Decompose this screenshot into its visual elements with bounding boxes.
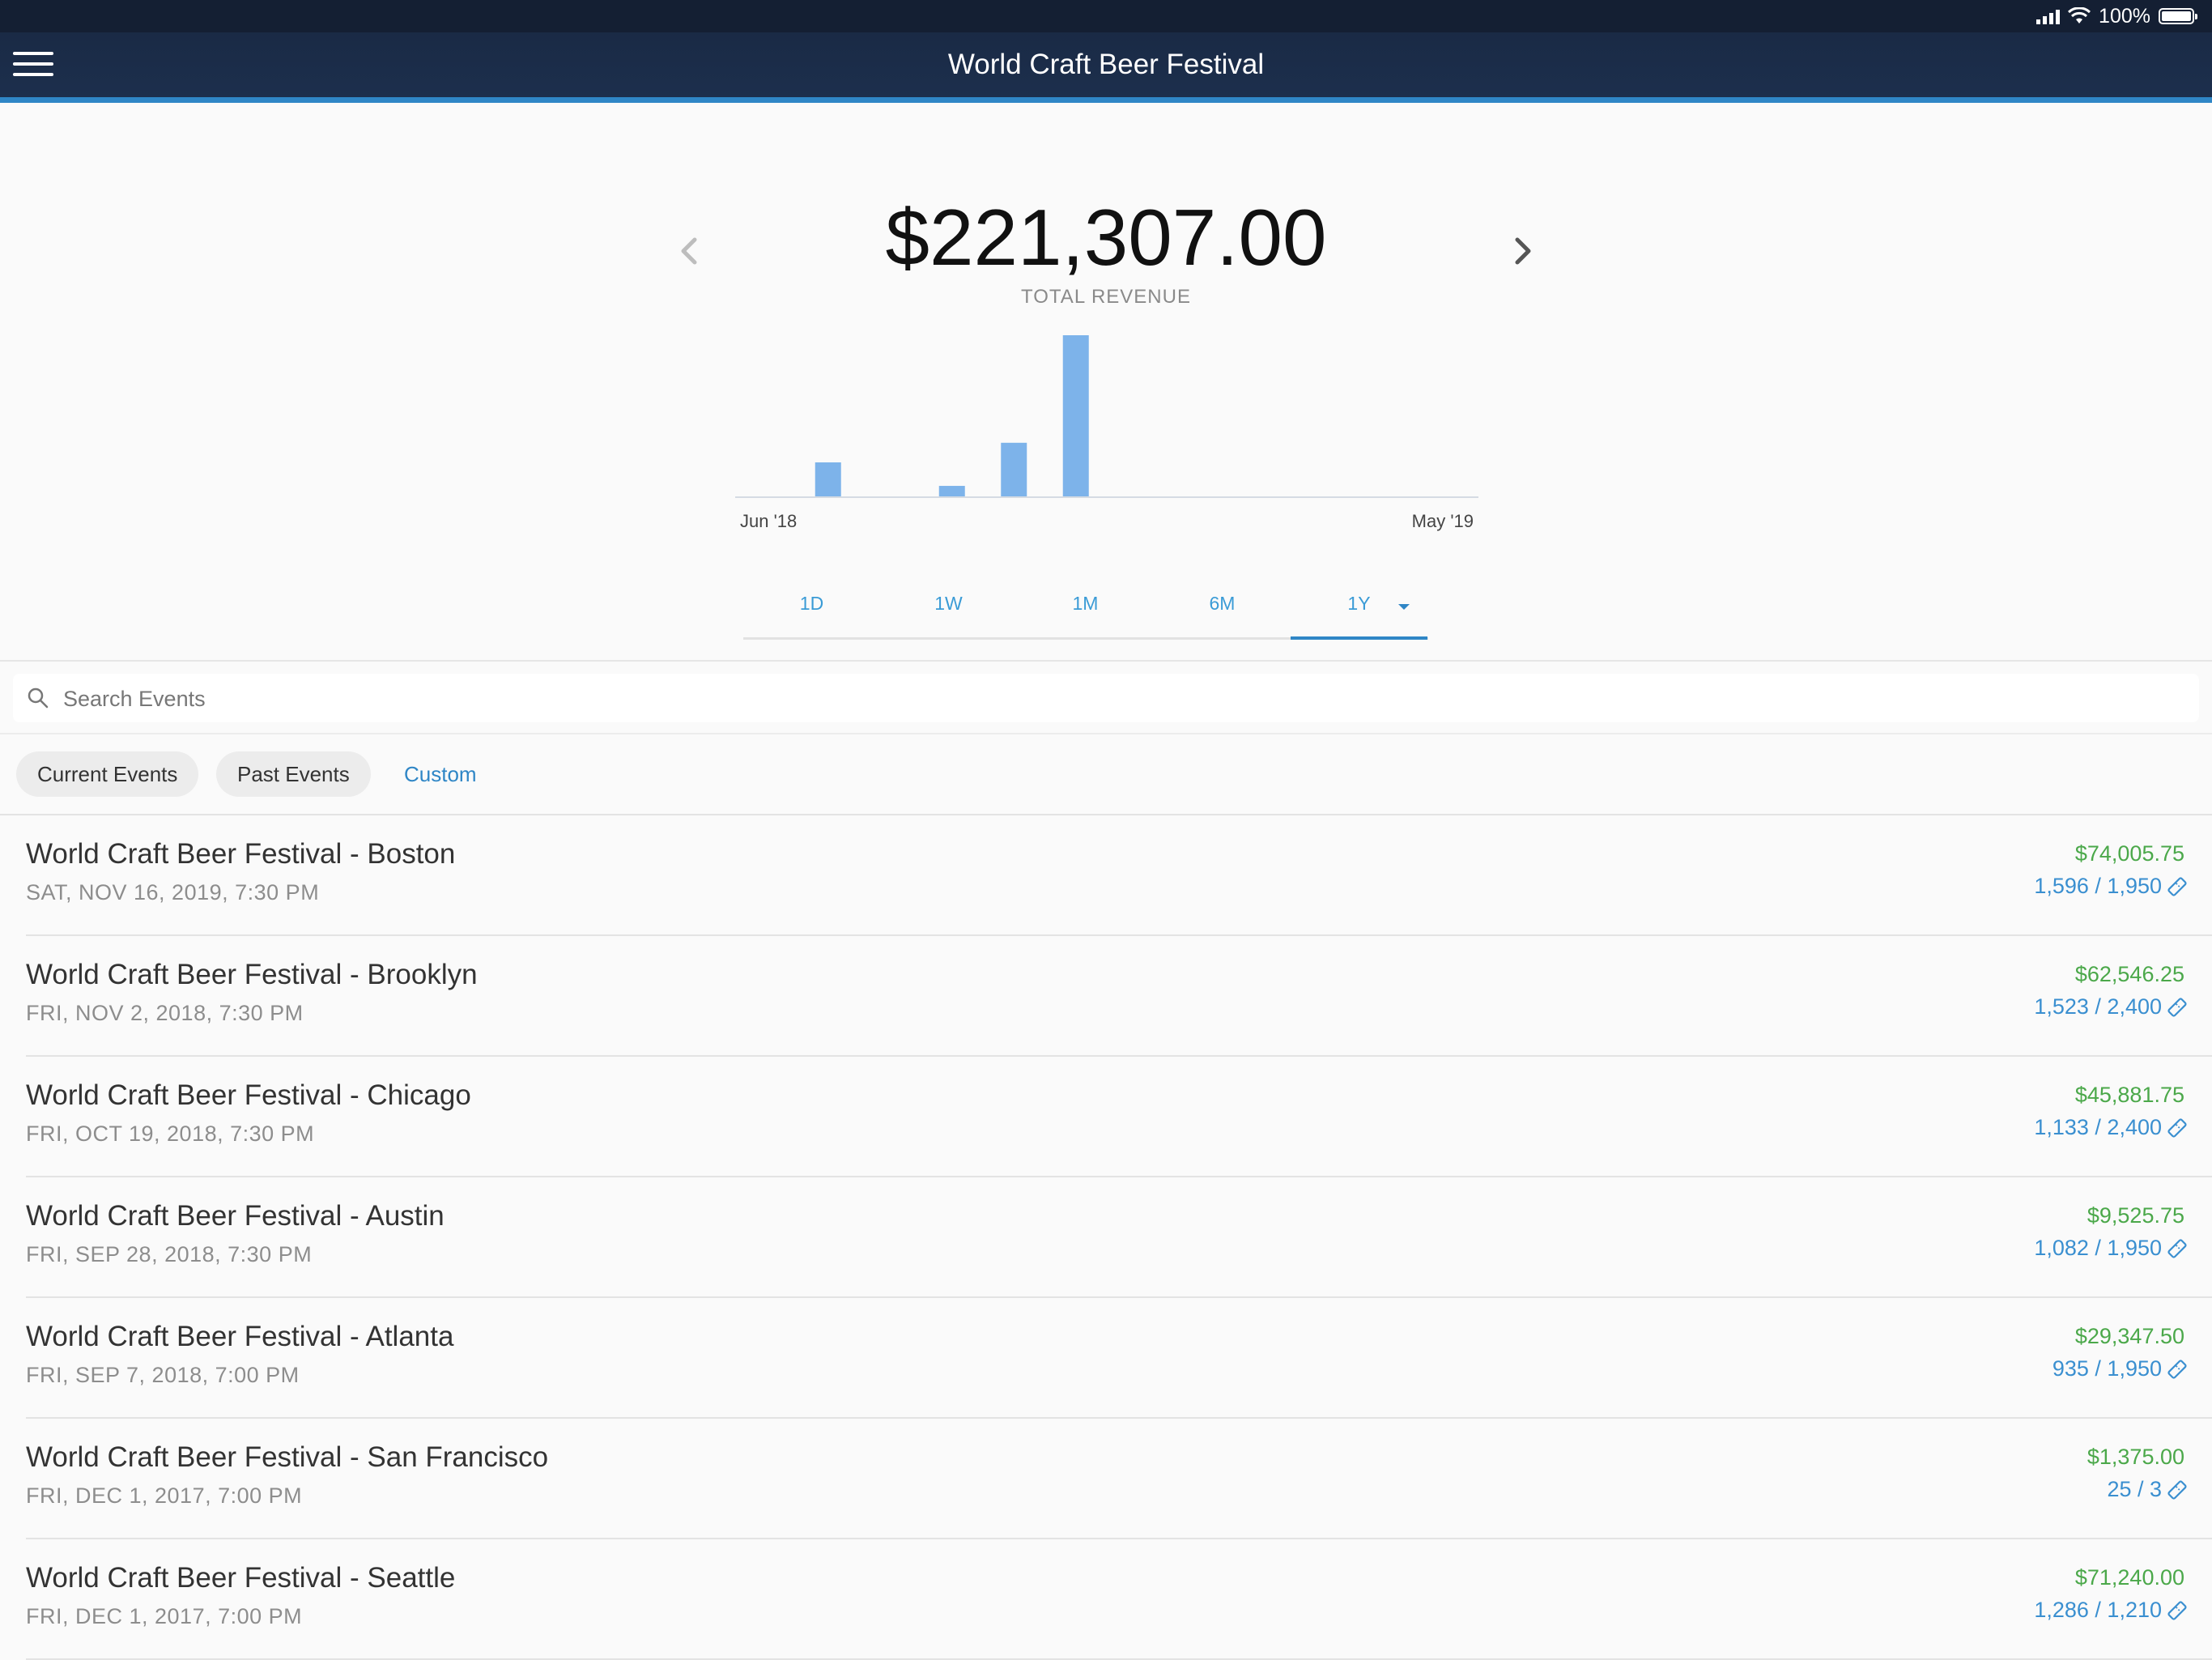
filter-custom[interactable]: Custom [404, 751, 477, 797]
event-revenue: $45,881.75 [2074, 1083, 2184, 1107]
event-date: SAT, NOV 16, 2019, 7:30 PM [26, 880, 320, 904]
status-bar: 100% [0, 0, 2212, 32]
wifi-icon [2068, 7, 2091, 23]
event-row[interactable]: World Craft Beer Festival - Brooklyn FRI… [26, 936, 2212, 1057]
battery-percentage: 100% [2099, 4, 2150, 28]
chart-bar [1062, 335, 1089, 497]
event-date: FRI, SEP 28, 2018, 7:30 PM [26, 1242, 313, 1266]
x-tick-label-start: Jun '18 [740, 511, 797, 531]
event-list: World Craft Beer Festival - Boston SAT, … [0, 815, 2212, 1660]
range-dropdown-button[interactable] [1380, 591, 1428, 624]
page-title: World Craft Beer Festival [947, 49, 1265, 80]
event-row[interactable]: World Craft Beer Festival - San Francisc… [26, 1419, 2212, 1539]
tickets-sold: 1,286 / 1,210 [2034, 1598, 2162, 1622]
total-revenue-label: TOTAL REVENUE [1021, 286, 1191, 308]
event-tickets: 1,286 / 1,210 [2034, 1598, 2188, 1623]
time-range-tabs: 1D 1W 1M 6M 1Y [743, 575, 1428, 640]
event-date: FRI, NOV 2, 2018, 7:30 PM [26, 1001, 304, 1025]
ticket-icon [2167, 1479, 2187, 1500]
tab-6m[interactable]: 6M [1154, 575, 1291, 637]
search-divider [0, 733, 2212, 734]
tab-1m[interactable]: 1M [1017, 575, 1154, 637]
ticket-icon [2167, 1359, 2187, 1379]
event-date: FRI, SEP 7, 2018, 7:00 PM [26, 1363, 300, 1387]
filter-past-events[interactable]: Past Events [216, 751, 371, 797]
tab-1d[interactable]: 1D [743, 575, 880, 637]
tickets-sold: 1,596 / 1,950 [2034, 874, 2162, 898]
tickets-sold: 1,133 / 2,400 [2034, 1115, 2162, 1139]
event-name: World Craft Beer Festival - Atlanta [26, 1321, 454, 1352]
tickets-sold: 25 / 3 [2107, 1477, 2162, 1501]
ticket-icon [2167, 997, 2187, 1017]
event-row[interactable]: World Craft Beer Festival - Chicago FRI,… [26, 1057, 2212, 1177]
event-revenue: $9,525.75 [2087, 1203, 2184, 1228]
event-name: World Craft Beer Festival - Boston [26, 838, 456, 870]
total-revenue-amount: $221,307.00 [885, 193, 1327, 282]
tickets-sold: 1,523 / 2,400 [2034, 994, 2162, 1019]
event-name: World Craft Beer Festival - Chicago [26, 1079, 471, 1111]
status-indicators: 100% [2036, 3, 2197, 29]
chart-bar [815, 462, 841, 497]
event-name: World Craft Beer Festival - Austin [26, 1200, 445, 1232]
event-name: World Craft Beer Festival - San Francisc… [26, 1441, 549, 1473]
event-date: FRI, OCT 19, 2018, 7:30 PM [26, 1122, 315, 1146]
search-bar[interactable] [13, 674, 2199, 724]
event-name: World Craft Beer Festival - Brooklyn [26, 959, 478, 990]
event-row[interactable]: World Craft Beer Festival - Atlanta FRI,… [26, 1298, 2212, 1419]
event-date: FRI, DEC 1, 2017, 7:00 PM [26, 1604, 303, 1628]
event-revenue: $1,375.00 [2087, 1445, 2184, 1469]
event-tickets: 1,133 / 2,400 [2034, 1115, 2188, 1140]
revenue-bar-chart: Jun '18 May '19 [735, 335, 1478, 531]
chart-bar [1001, 442, 1027, 497]
event-row[interactable]: World Craft Beer Festival - Seattle FRI,… [26, 1539, 2212, 1660]
tab-1w[interactable]: 1W [880, 575, 1017, 637]
section-divider [0, 660, 2212, 662]
event-revenue: $29,347.50 [2074, 1324, 2184, 1348]
event-tickets: 1,082 / 1,950 [2034, 1236, 2188, 1261]
search-icon [28, 687, 49, 709]
cellular-signal-icon [2036, 8, 2061, 24]
chevron-right-icon [1515, 237, 1531, 265]
ticket-icon [2167, 1117, 2187, 1138]
filter-current-events[interactable]: Current Events [16, 751, 199, 797]
event-name: World Craft Beer Festival - Seattle [26, 1562, 456, 1594]
event-revenue: $71,240.00 [2074, 1565, 2184, 1590]
ticket-icon [2167, 876, 2187, 896]
event-tickets: 1,596 / 1,950 [2034, 874, 2188, 899]
battery-icon [2159, 8, 2197, 24]
event-row[interactable]: World Craft Beer Festival - Boston SAT, … [26, 815, 2212, 936]
next-period-button[interactable] [1498, 227, 1546, 275]
nav-accent-bar [0, 97, 2212, 103]
event-row[interactable]: World Craft Beer Festival - Austin FRI, … [26, 1177, 2212, 1298]
x-tick-label-end: May '19 [1412, 511, 1474, 531]
event-tickets: 25 / 3 [2107, 1477, 2188, 1502]
search-input[interactable] [62, 674, 2170, 724]
ticket-icon [2167, 1600, 2187, 1620]
event-tickets: 935 / 1,950 [2052, 1356, 2188, 1381]
tickets-sold: 1,082 / 1,950 [2034, 1236, 2162, 1260]
ticket-icon [2167, 1238, 2187, 1258]
event-revenue: $74,005.75 [2074, 841, 2184, 866]
chart-bar [938, 486, 965, 497]
event-tickets: 1,523 / 2,400 [2034, 994, 2188, 1019]
event-revenue: $62,546.25 [2074, 962, 2184, 986]
caret-down-icon [1398, 604, 1410, 610]
event-date: FRI, DEC 1, 2017, 7:00 PM [26, 1483, 303, 1508]
tickets-sold: 935 / 1,950 [2052, 1356, 2162, 1381]
